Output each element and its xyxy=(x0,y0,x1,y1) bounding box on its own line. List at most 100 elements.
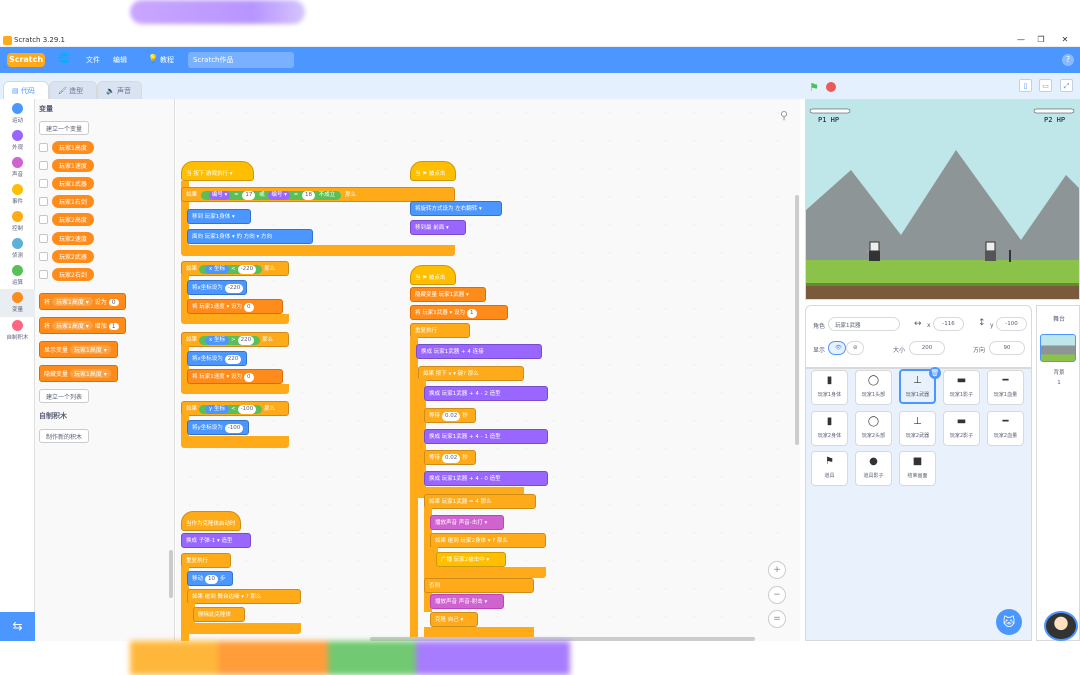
large-stage-icon[interactable]: ▭ xyxy=(1039,79,1052,92)
sprite-tile[interactable]: ▬ 玩家1影子 xyxy=(943,370,980,405)
variable-dropdown[interactable]: 玩家1高度 ▾ xyxy=(52,297,93,306)
value-input[interactable]: 0 xyxy=(244,373,254,382)
hide-invisible-icon[interactable]: ⊘ xyxy=(846,341,864,355)
green-flag-icon[interactable]: ⚑ xyxy=(809,81,819,94)
broadcast-block[interactable]: 广播 玩家2被击中 ▾ xyxy=(436,552,506,567)
forever-block[interactable]: 重复执行 xyxy=(181,553,231,568)
menu-file[interactable]: 文件 xyxy=(86,55,100,65)
y-position-reporter[interactable]: y 坐标 xyxy=(205,405,230,414)
switch-costume-block[interactable]: 换成 玩家1武器 + 4 - 0 造型 xyxy=(424,471,548,486)
value-input[interactable]: 0 xyxy=(108,299,119,306)
x-position-reporter[interactable]: x 坐标 xyxy=(205,336,230,345)
hide-variable-block[interactable]: 隐藏变量 玩家1武器 ▾ xyxy=(410,287,486,302)
value-input[interactable]: -220 xyxy=(237,265,257,274)
when-backdrop-hat-block[interactable]: 当 按下 游戏执行 ▾ xyxy=(181,161,254,181)
value-input[interactable]: 0.02 xyxy=(442,412,461,421)
value-input[interactable]: -100 xyxy=(224,424,244,433)
stage-target-pane[interactable]: 舞台 背景 1 xyxy=(1036,305,1080,641)
value-input[interactable]: 10 xyxy=(205,575,219,584)
point-towards-block[interactable]: 面向 玩家1身体 ▾ 的 方向 ▾ 方向 xyxy=(187,229,313,244)
make-list-button[interactable]: 建立一个列表 xyxy=(39,389,90,403)
move-steps-block[interactable]: 移动 10 步 xyxy=(187,571,233,586)
zoom-in-icon[interactable]: + xyxy=(768,561,786,579)
if-touching-edge-block[interactable]: 如果 碰到 舞台边缘 ▾ ? 那么 xyxy=(187,589,301,604)
category-operators[interactable]: 运算 xyxy=(0,265,35,286)
variable-dropdown[interactable]: 玩家1高度 ▾ xyxy=(70,345,111,354)
stop-icon[interactable] xyxy=(826,82,836,92)
variable-reporter[interactable]: 玩家1速度 xyxy=(52,159,94,172)
tab-costumes[interactable]: 🖌 造型 xyxy=(49,81,97,99)
variable-reporter[interactable]: 玩家1右剑 xyxy=(52,195,94,208)
set-variable-block[interactable]: 将 玩家1速度 ▾ 设为 0 xyxy=(187,299,283,314)
sprite-tile[interactable]: ▮ 玩家1身体 xyxy=(811,370,848,405)
variable-checkbox[interactable] xyxy=(39,252,48,261)
value-input[interactable]: 0 xyxy=(244,303,254,312)
create-clone-block[interactable]: 克隆 自己 ▾ xyxy=(430,612,478,627)
set-x-block[interactable]: 将x坐标设为 220 xyxy=(187,351,247,366)
when-flag-clicked-hat-block[interactable]: 当 ⚑ 被点击 xyxy=(410,265,456,285)
project-title-input[interactable]: Scratch作品 xyxy=(188,52,294,68)
size-input[interactable]: 200 xyxy=(909,341,945,355)
show-variable-block[interactable]: 显示变量 玩家1高度 ▾ xyxy=(39,341,118,358)
x-position-input[interactable]: -116 xyxy=(933,317,964,331)
make-block-button[interactable]: 制作新的积木 xyxy=(39,429,90,443)
set-variable-block[interactable]: 将玩家1高度 ▾ 设为 0 xyxy=(39,293,126,310)
value-input[interactable]: 18 xyxy=(302,191,316,200)
when-flag-clicked-hat-block[interactable]: 当 ⚑ 被点击 xyxy=(410,161,456,181)
play-sound-block[interactable]: 播放声音 声音-射击 ▾ xyxy=(430,594,504,609)
value-input[interactable]: 1 xyxy=(108,323,119,330)
small-stage-icon[interactable]: ▯ xyxy=(1019,79,1032,92)
variable-checkbox[interactable] xyxy=(39,197,48,206)
direction-input[interactable]: 90 xyxy=(989,341,1025,355)
if-weapon-equals-block[interactable]: 如果 玩家1武器 = 4 那么 xyxy=(424,494,536,509)
tutorial-bulb-icon[interactable]: 💡 xyxy=(148,54,158,63)
variable-checkbox[interactable] xyxy=(39,234,48,243)
sprite-tile[interactable]: ◯ 玩家1头部 xyxy=(855,370,892,405)
set-rotation-style-block[interactable]: 将旋转方式设为 左右翻转 ▾ xyxy=(410,201,502,216)
backdrop-thumbnail[interactable] xyxy=(1040,334,1076,362)
variable-dropdown[interactable]: 玩家1高度 ▾ xyxy=(52,321,93,330)
if-or-not-block[interactable]: 如果 编号 ▾ = 17 或 编号 ▾ = 18 不成立 那么 xyxy=(181,187,455,202)
variable-checkbox[interactable] xyxy=(39,143,48,152)
sprite-tile[interactable]: ▮ 玩家2身体 xyxy=(811,411,848,446)
variable-checkbox[interactable] xyxy=(39,270,48,279)
wait-block[interactable]: 等待 0.02 秒 xyxy=(424,408,476,423)
sprite-tile[interactable]: ⊥ 玩家2武器 xyxy=(899,411,936,446)
category-sound[interactable]: 声音 xyxy=(0,157,35,178)
variable-reporter[interactable]: 玩家1高度 xyxy=(52,141,94,154)
value-input[interactable]: 17 xyxy=(242,191,256,200)
value-input[interactable]: 220 xyxy=(224,355,242,364)
x-position-reporter[interactable]: x 坐标 xyxy=(205,265,230,274)
category-myblocks[interactable]: 自制积木 xyxy=(0,320,35,341)
value-input[interactable]: 220 xyxy=(237,336,255,345)
fullscreen-icon[interactable]: ⤢ xyxy=(1060,79,1073,92)
set-variable-block[interactable]: 将 玩家1速度 ▾ 设为 0 xyxy=(187,369,283,384)
sprite-tile[interactable]: ● 道具影子 xyxy=(855,451,892,486)
switch-costume-block[interactable]: 换成 玩家1武器 + 4 - 1 造型 xyxy=(424,429,548,444)
menu-tutorial[interactable]: 教程 xyxy=(160,55,174,65)
costume-number-reporter[interactable]: 编号 ▾ xyxy=(208,191,231,200)
maximize-icon[interactable]: ❐ xyxy=(1036,35,1046,45)
sprite-tile[interactable]: ▬ 玩家2影子 xyxy=(943,411,980,446)
make-variable-button[interactable]: 建立一个变量 xyxy=(39,121,90,135)
variable-checkbox[interactable] xyxy=(39,161,48,170)
variable-reporter[interactable]: 玩家2速度 xyxy=(52,232,94,245)
sprite-tile[interactable]: ◯ 玩家2头部 xyxy=(855,411,892,446)
if-x-lt-block[interactable]: 如果 x 坐标 < -220 那么 xyxy=(181,261,289,276)
show-visible-icon[interactable]: 👁 xyxy=(828,341,846,355)
minimize-icon[interactable]: — xyxy=(1016,35,1026,45)
variable-reporter[interactable]: 玩家1武器 xyxy=(52,177,94,190)
switch-costume-block[interactable]: 换成 子弹-1 ▾ 造型 xyxy=(181,533,251,548)
category-events[interactable]: 事件 xyxy=(0,184,35,205)
zoom-out-icon[interactable]: − xyxy=(768,586,786,604)
category-sensing[interactable]: 侦测 xyxy=(0,238,35,259)
category-variables[interactable]: 变量 xyxy=(0,289,35,317)
value-input[interactable]: 0.02 xyxy=(442,454,461,463)
switch-costume-block[interactable]: 换成 玩家1武器 + 4 连接 xyxy=(416,344,542,359)
goto-block[interactable]: 移到 玩家1身体 ▾ xyxy=(187,209,251,224)
wait-block[interactable]: 等待 0.02 秒 xyxy=(424,450,476,465)
hide-variable-block[interactable]: 隐藏变量 玩家1高度 ▾ xyxy=(39,365,118,382)
set-y-block[interactable]: 将y坐标设为 -100 xyxy=(187,420,249,435)
game-stage[interactable]: P1 HP P2 HP xyxy=(805,99,1080,300)
change-variable-block[interactable]: 将玩家1高度 ▾ 增加 1 xyxy=(39,317,126,334)
